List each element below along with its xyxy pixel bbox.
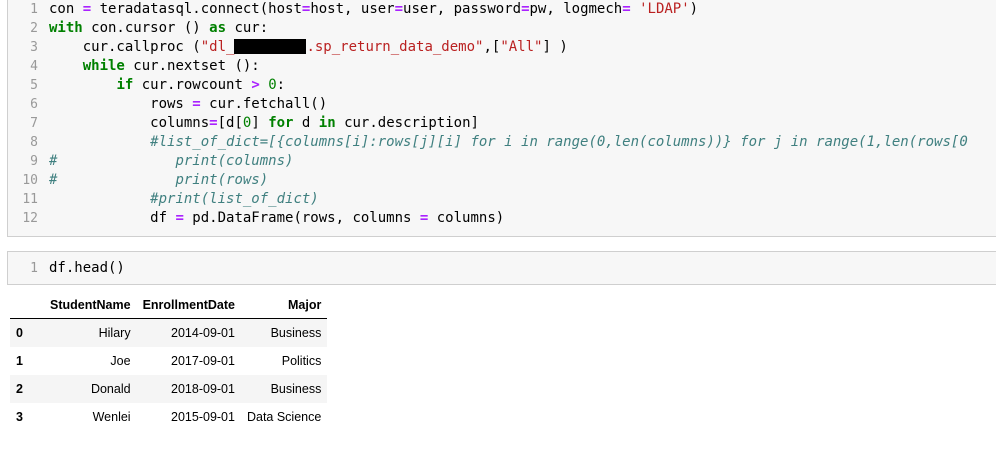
line-number: 5 [30, 78, 38, 93]
table-header-row: StudentName EnrollmentDate Major [10, 292, 328, 319]
code-line: rows = cur.fetchall() [49, 96, 328, 112]
cell-enrollmentdate: 2018-09-01 [171, 382, 235, 396]
line-number: 9 [30, 154, 38, 169]
line-number: 2 [30, 21, 38, 36]
cell-major: Business [270, 382, 322, 396]
cell-enrollmentdate: 2014-09-01 [171, 326, 235, 340]
code-line: if cur.rowcount > 0: [116, 77, 286, 93]
line-number: 1 [30, 261, 38, 276]
line-number: 12 [22, 211, 38, 226]
column-header-enrollmentdate: EnrollmentDate [136, 292, 241, 319]
line-number: 8 [30, 135, 38, 150]
column-header-major: Major [240, 292, 328, 319]
line-number: 3 [30, 40, 38, 55]
code-cell-1[interactable]: 1 2 3 4 5 6 7 8 9 10 11 12 con = teradat… [7, 0, 996, 237]
row-index: 0 [16, 326, 23, 340]
line-number: 1 [30, 2, 38, 17]
line-number: 11 [22, 192, 38, 207]
cell-enrollmentdate: 2017-09-01 [171, 354, 235, 368]
code-line: columns=[d[0] for d in cur.description] [49, 115, 479, 131]
cell-studentname: Hilary [98, 326, 131, 340]
cell-major: Politics [281, 354, 322, 368]
table-row: 2 Donald 2018-09-01 Business [10, 375, 328, 403]
cell-enrollmentdate: 2015-09-01 [171, 410, 235, 424]
line-number: 6 [30, 97, 38, 112]
cell-major: Data Science [246, 410, 322, 424]
line-number: 7 [30, 116, 38, 131]
index-header [10, 292, 44, 319]
row-index: 1 [16, 354, 23, 368]
cell-studentname: Donald [90, 382, 131, 396]
code-line: con = teradatasql.connect(host=host, use… [49, 1, 699, 17]
code-line: #print(list_of_dict) [150, 191, 319, 207]
line-number: 4 [30, 59, 38, 74]
code-line: with con.cursor () as cur: [49, 20, 269, 36]
code-line: while cur.nextset (): [82, 58, 260, 74]
cell-major: Business [270, 326, 322, 340]
line-number-gutter: 1 2 3 4 5 6 7 8 9 10 11 12 [8, 0, 44, 236]
line-number: 10 [22, 173, 38, 188]
table-row: 3 Wenlei 2015-09-01 Data Science [10, 403, 327, 431]
cell-studentname: Joe [110, 354, 131, 368]
dataframe-output-table: StudentName EnrollmentDate Major 0 Hilar… [10, 292, 328, 431]
code-editor[interactable]: con = teradatasql.connect(host=host, use… [49, 0, 996, 228]
code-line: # print(columns) [49, 153, 294, 169]
code-line: # print(rows) [49, 172, 269, 188]
row-index: 2 [16, 382, 23, 396]
table-row: 1 Joe 2017-09-01 Politics [10, 347, 327, 375]
code-line: df.head() [49, 260, 125, 276]
code-line: df = pd.DataFrame(rows, columns = column… [49, 210, 505, 226]
cell-studentname: Wenlei [92, 410, 131, 424]
code-line: cur.callproc ("dl_ .sp_return_data_demo",… [49, 38, 568, 55]
code-line: #list_of_dict=[{columns[i]:rows[j][i] fo… [150, 134, 968, 150]
redaction-block [234, 38, 307, 54]
table-row: 0 Hilary 2014-09-01 Business [10, 318, 328, 347]
row-index: 3 [16, 410, 23, 424]
column-header-studentname: StudentName [44, 292, 137, 319]
code-editor[interactable]: df.head() [49, 252, 996, 278]
line-number-gutter: 1 [8, 252, 44, 284]
code-cell-2[interactable]: 1 df.head() [7, 251, 996, 285]
